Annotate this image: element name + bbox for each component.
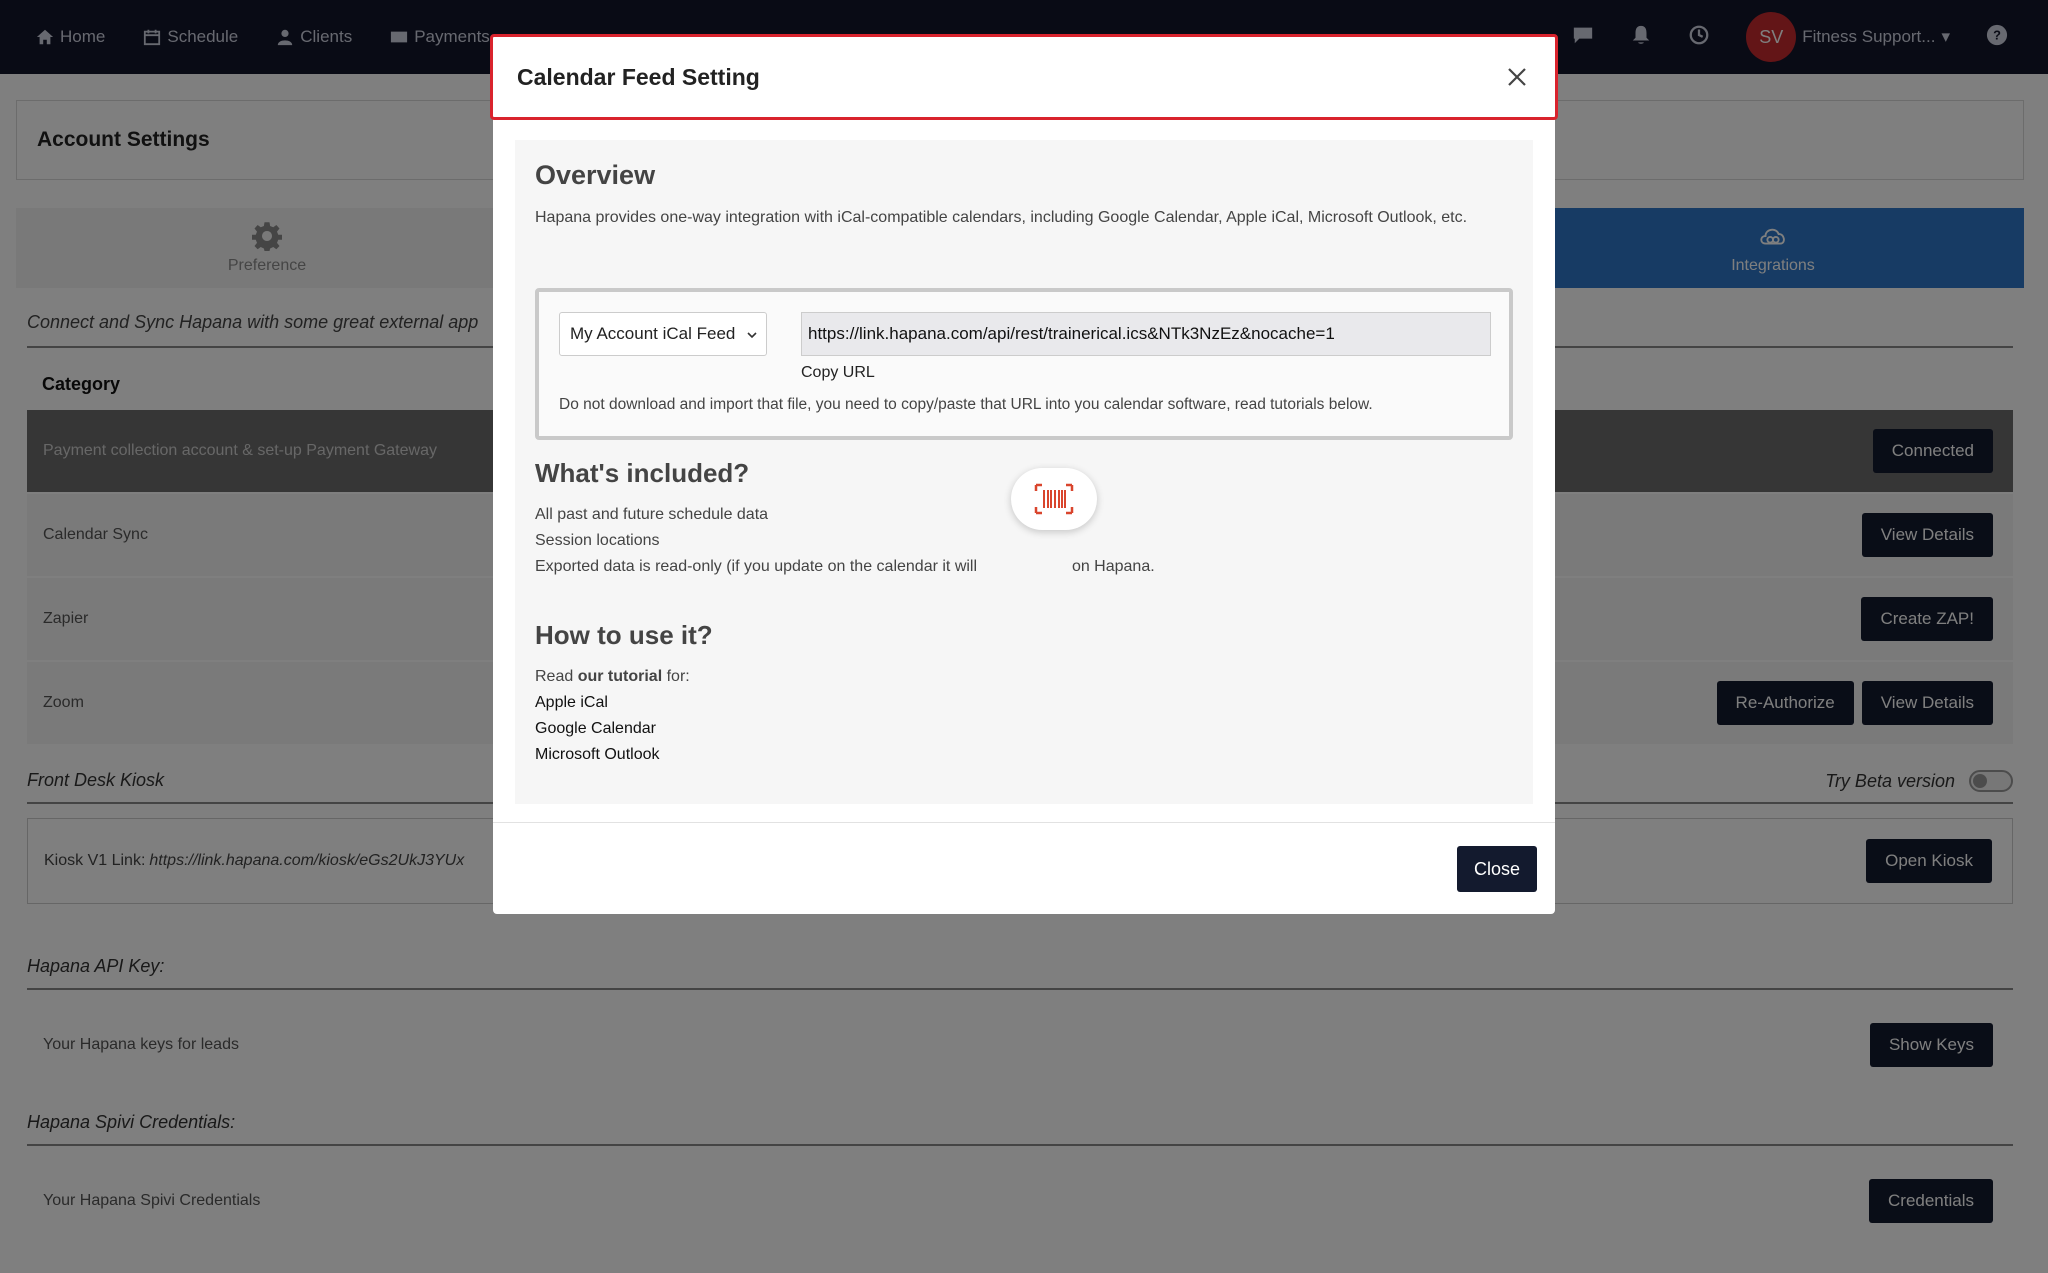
list-item: Session locations: [535, 532, 660, 549]
barcode-scan-button[interactable]: [1011, 468, 1097, 530]
modal-title: Calendar Feed Setting: [517, 63, 760, 90]
tutorial-link-microsoft-outlook[interactable]: Microsoft Outlook: [535, 742, 690, 768]
tutorial-link-apple-ical[interactable]: Apple iCal: [535, 690, 690, 716]
overview-text: Hapana provides one-way integration with…: [535, 209, 1468, 226]
included-title: What's included?: [535, 458, 750, 488]
list-item: Exported data is read-only (if you updat…: [535, 554, 1155, 580]
modal-footer-divider: [493, 822, 1555, 823]
for-text: for:: [666, 668, 690, 685]
list-item-tail: on Hapana.: [1071, 558, 1155, 575]
feed-box: My Account iCal Feed https://link.hapana…: [535, 288, 1513, 440]
list-item-text: Exported data is read-only (if you updat…: [535, 558, 978, 575]
chevron-down-icon: [747, 332, 757, 339]
overview-title: Overview: [535, 160, 656, 190]
calendar-feed-modal: Calendar Feed Setting Overview Hapana pr…: [490, 34, 1558, 914]
modal-body: Overview Hapana provides one-way integra…: [515, 140, 1533, 804]
copy-url-link[interactable]: Copy URL: [801, 364, 875, 382]
feed-select-value: My Account iCal Feed: [570, 324, 736, 343]
feed-note: Do not download and import that file, yo…: [559, 396, 1373, 413]
tutorial-link-google-calendar[interactable]: Google Calendar: [535, 716, 690, 742]
tutorial-text: our tutorial: [577, 668, 663, 685]
close-button[interactable]: Close: [1456, 846, 1537, 892]
modal-header: Calendar Feed Setting: [490, 34, 1558, 120]
feed-type-select[interactable]: My Account iCal Feed: [559, 312, 767, 356]
close-icon[interactable]: [1505, 65, 1529, 89]
barcode-icon: [1034, 483, 1074, 515]
feed-url-field[interactable]: https://link.hapana.com/api/rest/trainer…: [801, 312, 1491, 356]
howto-title: How to use it?: [535, 620, 713, 650]
howto-list: Read our tutorial for: Apple iCal Google…: [535, 664, 690, 768]
read-text: Read: [535, 668, 574, 685]
howto-read-line: Read our tutorial for:: [535, 664, 690, 690]
